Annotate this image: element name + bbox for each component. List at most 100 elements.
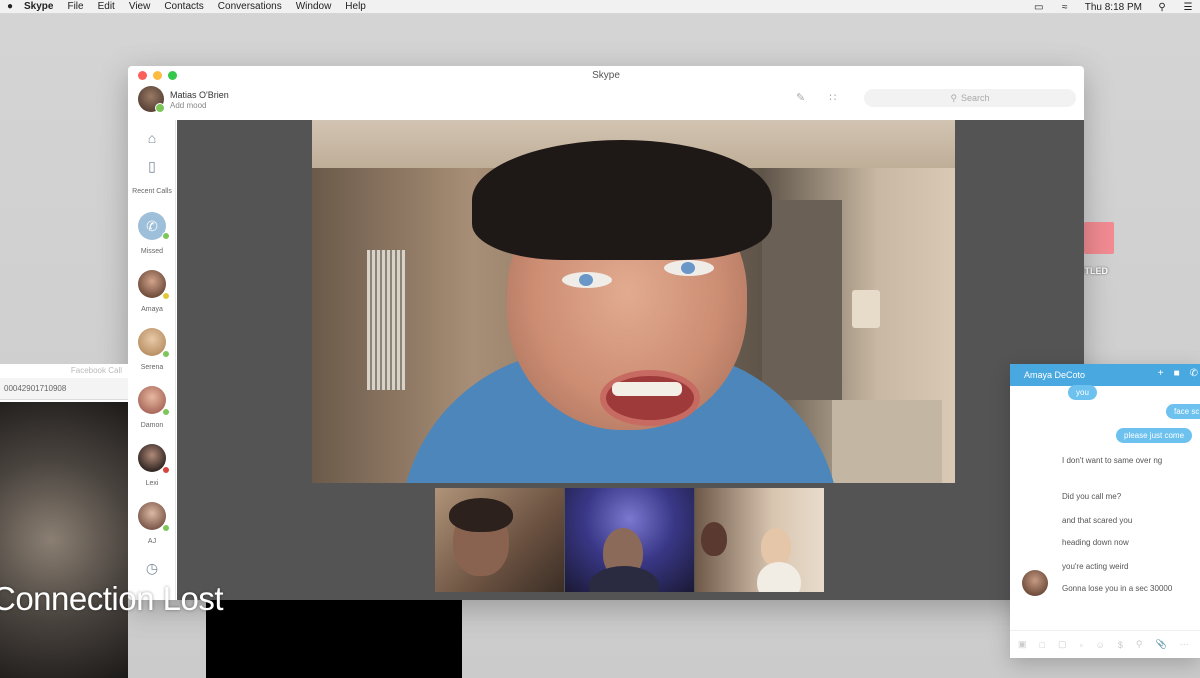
profile[interactable]: Matias O'Brien Add mood [138,86,229,113]
spotlight-icon[interactable]: ⚲ [1156,2,1168,13]
airplay-icon[interactable]: ▭ [1033,2,1045,13]
video-radiator [367,250,405,390]
sidebar-item-serena[interactable]: Serena [128,364,176,372]
connection-lost-text: Connection Lost [0,580,224,617]
close-button[interactable] [138,71,147,80]
menu-window[interactable]: Window [296,1,332,12]
participant-head [761,528,791,566]
chat-window: Amaya DeCoto + ■ ✆ you face sc please ju… [1010,364,1200,658]
window-title: Skype [592,69,620,81]
image-icon[interactable]: ▣ [1018,639,1027,650]
profile-name: Matias O'Brien [170,89,229,100]
video-eye-left [562,272,612,288]
video-hair [472,140,772,260]
menu-help[interactable]: Help [345,1,366,12]
search-icon: ⚲ [950,92,958,103]
location-icon[interactable]: ⚲ [1136,639,1143,650]
add-participant-icon[interactable]: + [1158,368,1164,379]
money-icon[interactable]: $ [1118,640,1123,650]
call-stage [177,120,1084,600]
chat-contact-name[interactable]: Amaya DeCoto [1024,370,1085,380]
compose-icon[interactable]: ✎ [796,91,805,104]
search-input[interactable]: ⚲ Search [864,89,1076,107]
window-controls [138,71,177,80]
status-area: ▭ ≈ Thu 8:18 PM ⚲ ☰ [1033,0,1194,14]
video-eye-right [664,260,714,276]
contacts-icon[interactable]: ▯ [142,158,162,175]
incoming-message: and that scared you [1062,516,1133,525]
sidebar-item-aj[interactable]: AJ [128,538,176,546]
folder-icon[interactable] [1084,222,1114,254]
outgoing-message: face sc [1166,404,1200,419]
menu-edit[interactable]: Edit [98,1,115,12]
participant-head [701,522,727,556]
menubar-clock[interactable]: Thu 8:18 PM [1085,2,1142,13]
facebook-call-window[interactable]: Facebook Call 00042901710908 [0,364,128,678]
video-black-frame [206,600,462,678]
video-lamp [852,290,880,328]
participant-body [757,562,801,592]
wifi-icon[interactable]: ≈ [1059,2,1071,13]
home-icon[interactable]: ⌂ [142,130,162,146]
chat-input-toolbar: ▣ □ ▢ ▫ ☺ $ ⚲ 📎 ⋯ [1010,630,1200,658]
chat-avatar[interactable] [1022,570,1048,596]
participant-thumbnails [435,488,824,592]
video-call-icon[interactable]: ■ [1174,368,1180,379]
sidebar-item-damon[interactable]: Damon [128,422,176,430]
menu-skype[interactable]: Skype [24,1,53,12]
incoming-message: heading down now [1062,538,1129,547]
incoming-message: you're acting weird [1062,562,1129,571]
video-table [832,400,942,483]
video-teeth [612,382,682,396]
participant-video[interactable] [695,488,824,592]
recent-calls-label: Recent Calls [132,188,172,195]
menu-file[interactable]: File [67,1,83,12]
menu-view[interactable]: View [129,1,151,12]
facebook-call-title: Facebook Call [70,366,122,375]
outgoing-message: you [1068,385,1097,400]
clock-icon[interactable]: ◷ [142,560,162,577]
sidebar-item-lexi[interactable]: Lexi [128,480,176,488]
more-icon[interactable]: ⋯ [1180,639,1189,650]
skype-window: Skype Matias O'Brien Add mood ✎ ∷ ⚲ Sear… [128,66,1084,600]
title-bar: Skype [128,66,1084,84]
participant-video[interactable] [565,488,694,592]
emoji-icon[interactable]: ☺ [1096,640,1105,650]
contact-card-icon[interactable]: ▢ [1058,639,1067,650]
phone-icon[interactable]: ✆ [1190,368,1198,379]
apple-icon[interactable]: ● [2,1,18,12]
attach-icon[interactable]: 📎 [1155,639,1166,650]
incoming-message: I don't want to same over ng [1062,456,1163,465]
chat-actions: + ■ ✆ [1158,368,1198,379]
menu-conversations[interactable]: Conversations [218,1,282,12]
participant-video[interactable] [435,488,564,592]
status-dot [162,408,170,416]
sidebar: ⌂ ▯ Recent Calls ✆ Missed Amaya Serena D… [128,120,176,600]
menu-bar: ● Skype File Edit View Contacts Conversa… [0,0,1200,14]
menu-contacts[interactable]: Contacts [164,1,203,12]
status-dot [162,524,170,532]
file-icon[interactable]: □ [1040,640,1045,650]
notification-center-icon[interactable]: ☰ [1182,2,1194,13]
sidebar-item-amaya[interactable]: Amaya [128,306,176,314]
search-placeholder: Search [961,93,990,103]
status-dot [162,232,170,240]
sidebar-item-missed[interactable]: Missed [128,248,176,256]
toolbar: ✎ ∷ [796,91,836,104]
profile-mood[interactable]: Add mood [170,101,229,110]
participant-body [589,566,659,592]
call-id: 00042901710908 [0,378,128,400]
minimize-button[interactable] [153,71,162,80]
video-message-icon[interactable]: ▫ [1079,640,1082,650]
dialpad-icon[interactable]: ∷ [829,91,836,104]
status-dot [162,292,170,300]
video-door [762,200,842,400]
participant-hair [449,498,513,532]
avatar[interactable] [138,86,165,113]
status-dot [162,466,170,474]
incoming-message: Gonna lose you in a sec 30000 [1062,584,1173,593]
outgoing-message: please just come [1116,428,1193,443]
main-video[interactable] [312,120,955,483]
status-dot [162,350,170,358]
zoom-button[interactable] [168,71,177,80]
